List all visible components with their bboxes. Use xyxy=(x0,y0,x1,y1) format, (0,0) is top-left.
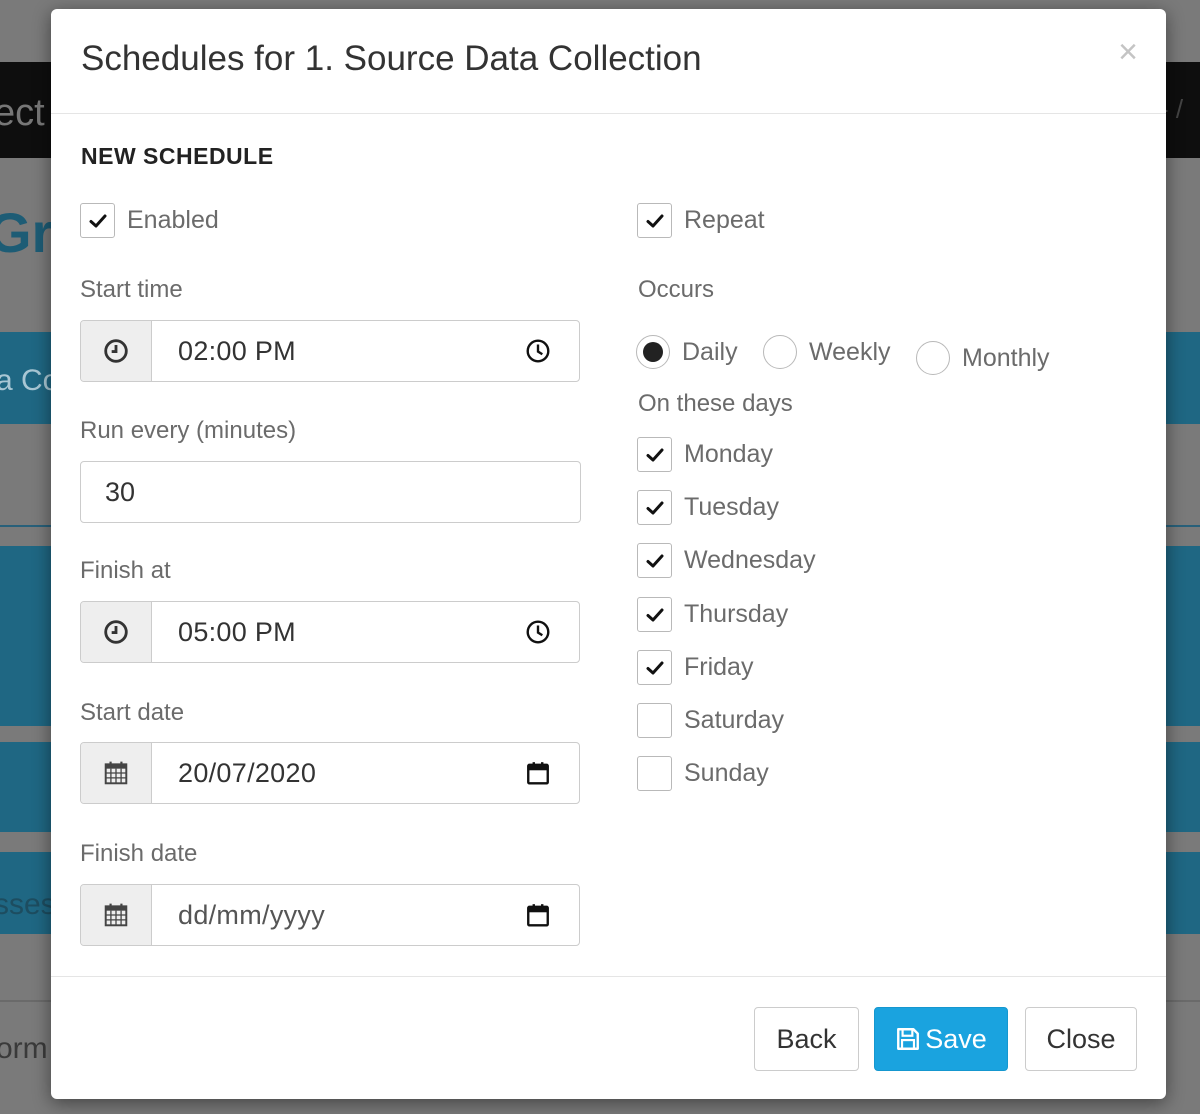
start-date-input-group: 20/07/2020 xyxy=(80,742,580,804)
sunday-label: Sunday xyxy=(684,759,769,787)
enabled-checkbox[interactable] xyxy=(80,203,115,238)
tuesday-checkbox[interactable] xyxy=(637,490,672,525)
repeat-checkbox-row: Repeat xyxy=(637,203,765,238)
finish-at-input-group: 05:00 PM xyxy=(80,601,580,663)
start-time-addon xyxy=(81,321,152,381)
day-row-sunday: Sunday xyxy=(637,756,769,791)
wednesday-label: Wednesday xyxy=(684,546,816,574)
finish-date-label: Finish date xyxy=(80,840,198,867)
saturday-label: Saturday xyxy=(684,706,785,734)
clock-icon xyxy=(104,339,128,363)
daily-radio[interactable] xyxy=(636,335,670,369)
clock-outline-icon[interactable] xyxy=(525,619,551,645)
day-row-thursday: Thursday xyxy=(637,597,788,632)
checkmark-icon xyxy=(646,448,663,461)
run-every-input[interactable]: 30 xyxy=(80,461,581,523)
clock-icon xyxy=(104,620,128,644)
finish-at-input[interactable]: 05:00 PM xyxy=(152,602,579,662)
repeat-checkbox[interactable] xyxy=(637,203,672,238)
checkmark-icon xyxy=(646,554,663,567)
day-row-tuesday: Tuesday xyxy=(637,490,779,525)
finish-at-label: Finish at xyxy=(80,557,171,584)
tuesday-label: Tuesday xyxy=(684,493,779,521)
occurs-monthly-option: Monthly xyxy=(916,341,1050,375)
saturday-checkbox[interactable] xyxy=(637,703,672,738)
day-row-friday: Friday xyxy=(637,650,753,685)
back-button[interactable]: Back xyxy=(754,1007,859,1071)
weekly-label: Weekly xyxy=(809,337,891,366)
monday-checkbox[interactable] xyxy=(637,437,672,472)
finish-date-input[interactable]: dd/mm/yyyy xyxy=(152,885,579,945)
start-time-input-group: 02:00 PM xyxy=(80,320,580,382)
friday-checkbox[interactable] xyxy=(637,650,672,685)
day-row-wednesday: Wednesday xyxy=(637,543,816,578)
enabled-label: Enabled xyxy=(127,206,219,234)
monday-label: Monday xyxy=(684,440,773,468)
modal-header: Schedules for 1. Source Data Collection … xyxy=(51,9,1166,114)
finish-date-placeholder: dd/mm/yyyy xyxy=(178,899,326,930)
days-label: On these days xyxy=(638,390,793,417)
modal-footer: Back Save Close xyxy=(51,976,1166,1099)
monthly-label: Monthly xyxy=(962,343,1050,372)
checkmark-icon xyxy=(646,608,663,621)
enabled-checkbox-row: Enabled xyxy=(80,203,219,238)
section-title: NEW SCHEDULE xyxy=(81,143,274,169)
run-every-label: Run every (minutes) xyxy=(80,417,297,444)
checkmark-icon xyxy=(646,501,663,514)
checkmark-icon xyxy=(646,214,663,227)
finish-date-input-group: dd/mm/yyyy xyxy=(80,884,580,946)
start-date-value: 20/07/2020 xyxy=(178,757,317,788)
friday-label: Friday xyxy=(684,653,754,681)
checkmark-icon xyxy=(89,214,106,227)
finish-date-addon xyxy=(81,885,152,945)
occurs-daily-option: Daily xyxy=(636,335,738,369)
monthly-radio[interactable] xyxy=(916,341,950,375)
calendar-picker-icon[interactable] xyxy=(525,760,551,786)
start-date-label: Start date xyxy=(80,699,185,726)
weekly-radio[interactable] xyxy=(763,335,797,369)
start-time-label: Start time xyxy=(80,276,183,303)
start-date-addon xyxy=(81,743,152,803)
wednesday-checkbox[interactable] xyxy=(637,543,672,578)
floppy-disk-icon xyxy=(897,1028,920,1050)
radio-selected-dot xyxy=(643,342,663,362)
start-time-value: 02:00 PM xyxy=(178,335,296,366)
daily-label: Daily xyxy=(682,337,738,366)
sunday-checkbox[interactable] xyxy=(637,756,672,791)
save-label: Save xyxy=(925,1023,987,1054)
close-button[interactable]: Close xyxy=(1025,1007,1137,1071)
day-row-saturday: Saturday xyxy=(637,703,784,738)
background-bottom-text: orm xyxy=(0,1032,48,1065)
save-button[interactable]: Save xyxy=(874,1007,1008,1071)
occurs-weekly-option: Weekly xyxy=(763,335,891,369)
finish-at-addon xyxy=(81,602,152,662)
finish-at-value: 05:00 PM xyxy=(178,616,296,647)
start-date-input[interactable]: 20/07/2020 xyxy=(152,743,579,803)
close-icon[interactable]: × xyxy=(1118,35,1138,69)
checkmark-icon xyxy=(646,661,663,674)
clock-outline-icon[interactable] xyxy=(525,338,551,364)
thursday-label: Thursday xyxy=(684,600,789,628)
calendar-icon xyxy=(104,761,128,785)
occurs-label: Occurs xyxy=(638,276,715,303)
background-band-text: sses xyxy=(0,888,56,921)
thursday-checkbox[interactable] xyxy=(637,597,672,632)
start-time-input[interactable]: 02:00 PM xyxy=(152,321,579,381)
schedule-modal: Schedules for 1. Source Data Collection … xyxy=(51,9,1166,1099)
background-topbar-text: ect xyxy=(0,92,45,134)
day-row-monday: Monday xyxy=(637,437,773,472)
calendar-picker-icon[interactable] xyxy=(525,902,551,928)
modal-title: Schedules for 1. Source Data Collection xyxy=(81,39,702,78)
calendar-icon xyxy=(104,903,128,927)
repeat-label: Repeat xyxy=(684,206,765,234)
